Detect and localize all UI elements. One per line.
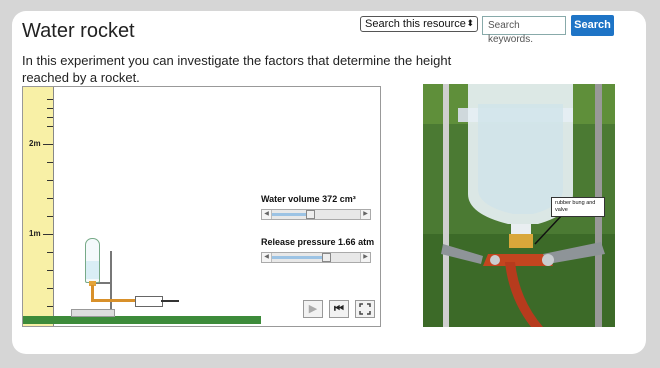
water-volume-label: Water volume 372 cm³ <box>261 194 356 204</box>
slider-right-arrow-icon[interactable]: ▶ <box>360 210 370 219</box>
slider-fill <box>272 256 326 259</box>
ruler-label-2m: 2m <box>29 139 41 148</box>
reset-button[interactable]: ⏮ <box>329 300 349 318</box>
fullscreen-icon <box>359 303 371 315</box>
pump-rod <box>161 300 179 302</box>
slider-left-arrow-icon[interactable]: ◀ <box>262 210 272 219</box>
photo-callout: rubber bung and valve <box>551 197 605 217</box>
slider-left-arrow-icon[interactable]: ◀ <box>262 253 272 262</box>
search-scope-label: Search this resource <box>365 18 466 30</box>
fullscreen-button[interactable] <box>355 300 375 318</box>
release-pressure-slider[interactable]: ◀ ▶ <box>261 252 371 263</box>
ruler-label-1m: 1m <box>29 229 41 238</box>
rocket-water <box>86 261 99 279</box>
slider-thumb[interactable] <box>321 253 331 262</box>
reset-icon: ⏮ <box>334 303 344 315</box>
height-ruler: 2m 1m <box>23 87 54 326</box>
intro-text: In this experiment you can investigate t… <box>22 53 452 85</box>
play-icon: ▶ <box>308 303 318 315</box>
ground <box>23 316 261 324</box>
slider-fill <box>272 213 310 216</box>
release-pressure-label: Release pressure 1.66 atm <box>261 237 375 247</box>
search-scope-select[interactable]: Search this resource ⬍ <box>360 16 478 32</box>
pump-body <box>135 296 163 307</box>
air-tube-horizontal <box>91 299 135 302</box>
stand-base <box>71 309 115 317</box>
search-input[interactable]: Search keywords. <box>482 16 566 45</box>
play-button[interactable]: ▶ <box>303 300 323 318</box>
slider-right-arrow-icon[interactable]: ▶ <box>360 253 370 262</box>
slider-thumb[interactable] <box>305 210 315 219</box>
search-button[interactable]: Search <box>571 15 614 36</box>
water-volume-slider[interactable]: ◀ ▶ <box>261 209 371 220</box>
page-title: Water rocket <box>22 20 135 42</box>
select-arrows-icon: ⬍ <box>466 18 474 28</box>
simulation-panel: 2m 1m Water volume 372 cm³ ◀ ▶ Release p… <box>22 86 381 327</box>
